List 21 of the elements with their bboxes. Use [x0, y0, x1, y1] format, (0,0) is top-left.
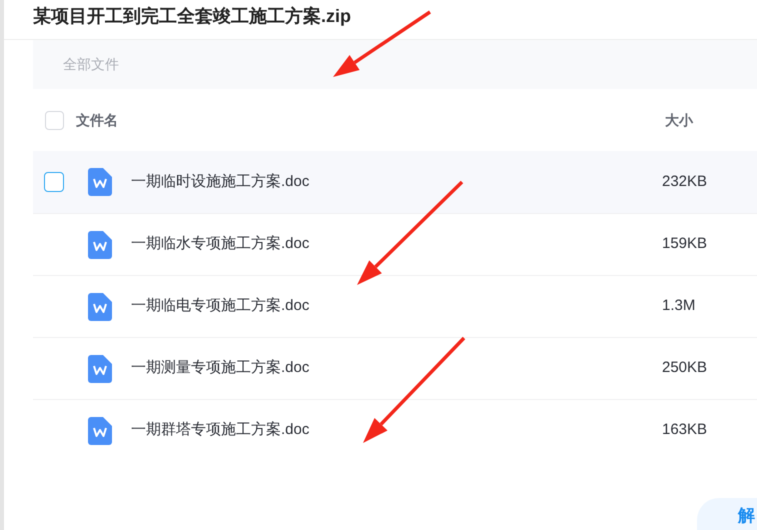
document-icon [88, 354, 112, 382]
document-icon [88, 292, 112, 320]
column-header: 大小 [665, 110, 693, 130]
checkbox[interactable] [44, 172, 64, 192]
document-icon [88, 168, 112, 196]
archive-title: 某项目开工到完工全套竣工施工方案.zip [33, 5, 351, 28]
checkbox[interactable] [45, 110, 64, 130]
file-name: 一期临时设施施工方案.doc [131, 172, 310, 192]
file-row[interactable]: 一期临时设施施工方案.doc 232KB [33, 151, 757, 213]
document-icon [88, 416, 112, 444]
column-header: 文件名 [76, 110, 118, 130]
file-size: 1.3M [662, 296, 696, 316]
file-name: 一期群塔专项施工方案.doc [131, 420, 310, 440]
file-size: 159KB [662, 234, 708, 254]
file-size: 232KB [662, 172, 708, 192]
file-name: 一期临水专项施工方案.doc [131, 234, 310, 254]
document-icon [88, 230, 112, 258]
file-name: 一期测量专项施工方案.doc [131, 358, 310, 378]
file-name: 一期临电专项施工方案.doc [131, 296, 310, 316]
file-size: 250KB [662, 358, 708, 378]
file-size: 163KB [662, 420, 708, 440]
